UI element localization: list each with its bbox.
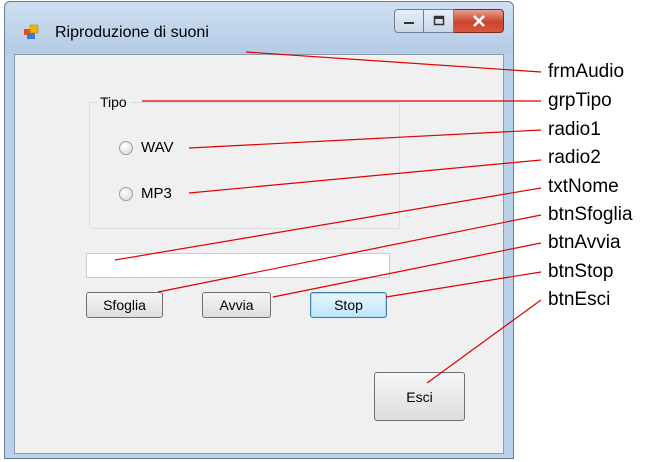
line-btnEsci [426,299,542,384]
annotation-grpTipo: grpTipo [548,90,612,111]
annotation-radio1: radio1 [548,119,601,140]
line-btnSfoglia [157,214,542,293]
annotation-txtNome: txtNome [548,176,619,197]
annotation-btnStop: btnStop [548,261,614,282]
line-frmAudio [245,51,542,73]
line-btnAvvia [272,242,542,298]
annotation-btnEsci: btnEsci [548,289,611,310]
line-radio1 [188,129,542,149]
line-txtNome [114,187,542,261]
line-btnStop [385,271,542,298]
line-radio2 [188,159,542,194]
annotation-frmAudio: frmAudio [548,61,625,82]
annotation-btnSfoglia: btnSfoglia [548,204,633,225]
annotation-btnAvvia: btnAvvia [548,232,621,253]
annotation-radio2: radio2 [548,147,601,168]
